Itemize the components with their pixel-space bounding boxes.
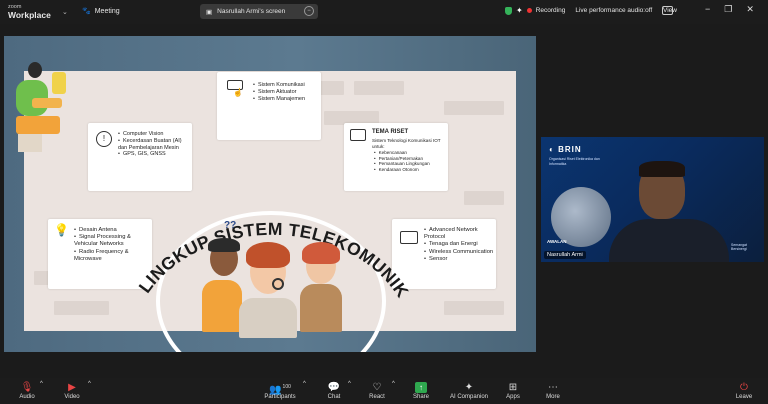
close-icon[interactable]: − — [304, 6, 314, 16]
apps-grid-icon: ⊞ — [508, 382, 518, 393]
chat-button[interactable]: 💬 Chat — [322, 381, 346, 400]
list-item: Computer Vision — [118, 131, 190, 138]
chat-label: Chat — [327, 394, 341, 400]
share-label: Share — [412, 394, 429, 400]
pointer-icon: ☝ — [233, 88, 243, 97]
brand-name: Workplace — [8, 10, 51, 20]
brain-icon: ! — [96, 131, 112, 147]
lightbulb-icon: 💡 — [54, 223, 69, 237]
screen-share-indicator[interactable]: ▣ Nasrullah Armi's screen − — [200, 4, 318, 19]
monitor-chart-icon — [350, 129, 366, 141]
paw-icon: 🐾 — [82, 8, 91, 15]
encryption-shield-icon[interactable] — [505, 6, 512, 15]
research-theme-heading: TEMA RISET — [372, 129, 409, 135]
participant-body — [609, 219, 729, 262]
awalan-tag: AWALAN — [547, 239, 567, 244]
apps-button[interactable]: ⊞ Apps — [500, 381, 526, 400]
apps-label: Apps — [506, 394, 520, 400]
more-label: More — [546, 394, 560, 400]
video-label: Video — [64, 394, 80, 400]
view-button[interactable]: View — [663, 7, 677, 14]
title-bar: zoom Workplace ⌄ 🐾 Meeting ▣ Nasrullah A… — [0, 0, 768, 24]
leave-button[interactable]: ⏻ Leave — [730, 381, 758, 400]
list-item: Kecerdasan Buatan (AI) dan Pembelajaran … — [118, 138, 190, 152]
meeting-toolbar: 🎙 Audio ^ ▶ Video ^ 👥100 Participants ^ … — [0, 378, 768, 404]
share-screen-arrow-icon: ↑ — [415, 382, 427, 393]
maximize-icon[interactable]: ❐ — [724, 4, 732, 15]
video-button[interactable]: ▶ Video — [58, 381, 86, 400]
close-window-icon[interactable]: ✕ — [746, 4, 754, 15]
brin-logo-text: BRIN — [558, 145, 582, 154]
chat-options-caret-icon[interactable]: ^ — [348, 381, 351, 387]
card-research-theme: TEMA RISET Sistem Teknologi Komunikasi I… — [344, 123, 448, 191]
ai-sparkle-icon: ✦ — [464, 382, 474, 393]
app-brand: zoom Workplace — [8, 3, 51, 19]
list-item: GPS, GIS, GNSS — [118, 151, 190, 158]
minimize-icon[interactable]: − — [705, 4, 710, 15]
ai-companion-label: AI Companion — [449, 394, 489, 400]
more-dots-icon: ⋯ — [548, 382, 558, 393]
react-button[interactable]: ♡ React — [364, 381, 390, 400]
meeting-status: ✦ Recording Live performance audio:off — [505, 6, 674, 15]
list-item: Sistem Komunikasi — [253, 82, 319, 89]
recording-dot-icon — [526, 8, 532, 13]
list-item: Tenaga dan Energi — [424, 241, 494, 248]
meeting-info-button[interactable]: 🐾 Meeting — [82, 7, 120, 16]
research-theme-intro: Sistem Teknologi Komunikasi IOT untuk: — [372, 138, 441, 149]
microphone-muted-icon: 🎙 — [20, 382, 34, 393]
participants-icon: 👥100 — [269, 384, 291, 396]
recording-label[interactable]: Recording — [536, 7, 566, 14]
camera-off-icon: ▶ — [68, 382, 76, 393]
zoom-window: zoom Workplace ⌄ 🐾 Meeting ▣ Nasrullah A… — [0, 0, 768, 404]
video-options-caret-icon[interactable]: ^ — [88, 381, 91, 387]
list-item: Sensor — [424, 256, 494, 263]
brin-logo: ◐ BRIN — [549, 145, 582, 154]
leave-label: Leave — [735, 394, 753, 400]
participant-hair — [639, 161, 685, 177]
ai-companion-button[interactable]: ✦ AI Companion — [446, 381, 492, 400]
leave-icon: ⏻ — [740, 382, 748, 393]
share-button[interactable]: ↑ Share — [408, 381, 434, 400]
audio-button[interactable]: 🎙 Audio — [14, 381, 40, 400]
meeting-label: Meeting — [94, 7, 120, 15]
shared-screen: ☝ Sistem Komunikasi Sistem Aktuator Sist… — [4, 36, 536, 352]
participants-label: Participants — [264, 394, 296, 400]
list-item: Wireless Communication — [424, 249, 494, 256]
chat-bubble-icon: 💬 — [327, 382, 341, 393]
participant-name-tag: Nasrullah Armi — [544, 251, 586, 259]
list-item: Advanced Network Protocol — [424, 227, 494, 241]
audio-status-label: Live performance audio:off — [575, 7, 653, 14]
participant-name: Nasrullah Armi — [547, 252, 583, 258]
card-computer-vision: ! Computer Vision Kecerdasan Buatan (AI)… — [88, 123, 192, 191]
card-communication-systems: ☝ Sistem Komunikasi Sistem Aktuator Sist… — [217, 72, 321, 140]
react-label: React — [369, 394, 385, 400]
audio-options-caret-icon[interactable]: ^ — [40, 381, 43, 387]
satellite-dish-illustration — [551, 187, 611, 247]
heart-icon: ♡ — [372, 382, 382, 393]
list-item: Sistem Manajemen — [253, 96, 319, 103]
list-item: Sistem Aktuator — [253, 89, 319, 96]
audio-label: Audio — [19, 394, 35, 400]
brand-menu-chevron-icon[interactable]: ⌄ — [62, 8, 68, 16]
react-options-caret-icon[interactable]: ^ — [392, 381, 395, 387]
participants-count: 100 — [282, 384, 291, 390]
ai-sparkle-icon[interactable]: ✦ — [516, 6, 523, 15]
participants-button[interactable]: 👥100 Participants — [262, 381, 298, 400]
brin-subtitle: Organisasi Riset Elektronika dan Informa… — [549, 157, 600, 166]
screen-share-label: Nasrullah Armi's screen — [217, 8, 286, 15]
participant-video-tile[interactable]: ◐ BRIN Organisasi Riset Elektronika dan … — [541, 137, 764, 262]
list-item: Kendaraan Otonom — [374, 167, 446, 173]
window-controls: − ❐ ✕ — [705, 4, 754, 15]
globe-icon: ◐ — [549, 145, 555, 154]
participants-options-caret-icon[interactable]: ^ — [303, 381, 306, 387]
more-button[interactable]: ⋯ More — [540, 381, 566, 400]
share-screen-icon: ▣ — [206, 8, 213, 16]
secondary-logo: Semangat Bersinergi — [731, 243, 747, 251]
